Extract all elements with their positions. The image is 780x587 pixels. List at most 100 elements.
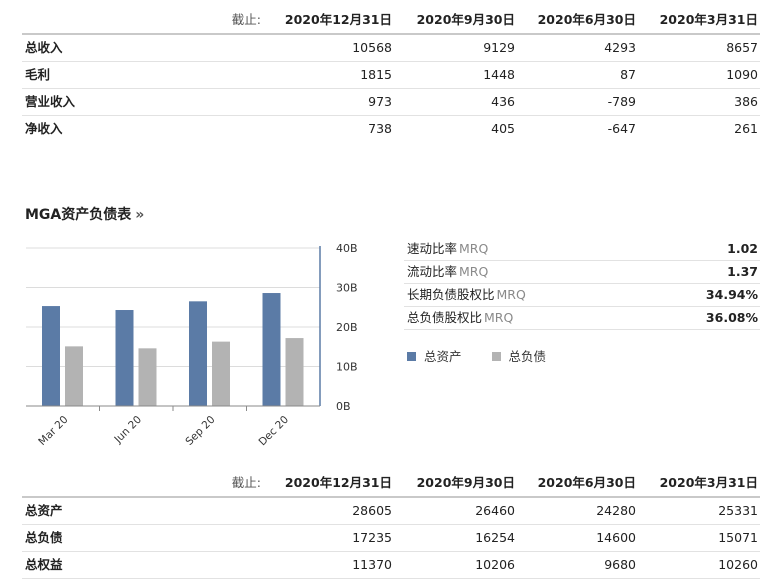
table-cell: 15071 <box>718 530 758 545</box>
date-header: 2020年3月31日 <box>659 12 758 27</box>
ratio-value: 34.94% <box>705 287 758 302</box>
row-label-operating-income: 营业收入 <box>25 94 76 109</box>
table-cell: 9129 <box>483 40 515 55</box>
table-cell: 26460 <box>475 503 515 518</box>
x-tick-label: Dec 20 <box>256 414 291 449</box>
table-row: 营业收入 973 436 -789 386 <box>22 89 760 116</box>
bar-total-assets <box>42 306 60 406</box>
legend-label-liabilities: 总负债 <box>508 349 547 364</box>
ratio-row: 总负债股权比 MRQ 36.08% <box>404 307 760 330</box>
ratio-value: 1.37 <box>727 264 758 279</box>
legend-item-liabilities: 总负债 <box>491 346 547 365</box>
bar-total-liabilities <box>212 341 230 406</box>
table-cell: -647 <box>607 121 636 136</box>
table-row: 净收入 738 405 -647 261 <box>22 116 760 142</box>
row-label-net-income: 净收入 <box>25 121 63 136</box>
income-table-header: 截止: 2020年12月31日 2020年9月30日 2020年6月30日 20… <box>22 7 760 35</box>
ratios-list: 速动比率 MRQ 1.02 流动比率 MRQ 1.37 长期负债股权比 MRQ 34.… <box>404 238 760 330</box>
table-cell: 4293 <box>604 40 636 55</box>
table-cell: 1815 <box>360 67 392 82</box>
ratio-row: 流动比率 MRQ 1.37 <box>404 261 760 284</box>
table-row: 总权益 11370 10206 9680 10260 <box>22 552 760 579</box>
table-cell: 1448 <box>483 67 515 82</box>
date-header: 2020年6月30日 <box>537 475 636 490</box>
table-cell: 10260 <box>718 557 758 572</box>
table-cell: -789 <box>607 94 636 109</box>
table-cell: 28605 <box>352 503 392 518</box>
date-header: 2020年6月30日 <box>537 12 636 27</box>
bar-total-assets <box>115 310 134 406</box>
row-label-total-liabilities: 总负债 <box>25 530 63 545</box>
ratio-value: 1.02 <box>727 241 758 256</box>
table-cell: 738 <box>368 121 392 136</box>
date-header: 2020年9月30日 <box>416 475 515 490</box>
more-arrow-icon[interactable]: » <box>135 207 144 223</box>
balance-table: 截止: 2020年12月31日 2020年9月30日 2020年6月30日 20… <box>22 470 760 579</box>
table-cell: 405 <box>491 121 515 136</box>
ratio-label: 总负债股权比 <box>407 310 483 325</box>
bar-total-assets <box>189 301 207 406</box>
balance-table-header: 截止: 2020年12月31日 2020年9月30日 2020年6月30日 20… <box>22 470 760 498</box>
x-tick-label: Jun 20 <box>112 414 145 447</box>
ratio-label: 流动比率 <box>407 264 458 279</box>
bar-total-liabilities <box>65 346 83 406</box>
bar-total-assets <box>262 293 281 406</box>
balance-sheet-chart: 0B 10B 20B 30B 40B Mar 20 Jun 20 Sep 20 Dec 20 <box>26 242 358 449</box>
balance-sheet-title[interactable]: MGA资产负债表» <box>25 204 144 224</box>
table-cell: 10568 <box>352 40 392 55</box>
table-cell: 14600 <box>596 530 636 545</box>
ratio-row: 速动比率 MRQ 1.02 <box>404 238 760 261</box>
bar-total-liabilities <box>285 338 304 406</box>
date-header: 2020年12月31日 <box>284 475 392 490</box>
date-header: 2020年12月31日 <box>284 12 392 27</box>
table-cell: 87 <box>620 67 636 82</box>
x-tick-label: Sep 20 <box>183 414 217 448</box>
legend-swatch-liabilities <box>491 352 501 361</box>
table-cell: 1090 <box>726 67 758 82</box>
bar-total-liabilities <box>138 348 157 406</box>
ratio-suffix: MRQ <box>459 264 489 279</box>
income-table: 截止: 2020年12月31日 2020年9月30日 2020年6月30日 20… <box>22 7 760 142</box>
table-cell: 17235 <box>352 530 392 545</box>
table-cell: 16254 <box>475 530 515 545</box>
ratio-value: 36.08% <box>705 310 758 325</box>
asof-label: 截止: <box>231 475 261 490</box>
row-label-gross-profit: 毛利 <box>25 67 51 82</box>
legend-label-assets: 总资产 <box>424 349 462 364</box>
ratio-row: 长期负债股权比 MRQ 34.94% <box>404 284 760 307</box>
legend-swatch-assets <box>407 352 416 361</box>
ratio-label: 长期负债股权比 <box>407 287 495 302</box>
chart-legend: 总资产 总负债 <box>407 346 572 365</box>
y-tick-label: 0B <box>336 400 351 413</box>
table-cell: 11370 <box>352 557 392 572</box>
y-tick-label: 10B <box>336 361 358 374</box>
table-cell: 9680 <box>604 557 636 572</box>
x-tick-label: Mar 20 <box>36 414 70 448</box>
y-tick-label: 40B <box>336 242 358 255</box>
table-row: 总收入 10568 9129 4293 8657 <box>22 35 760 62</box>
row-label-total-revenue: 总收入 <box>25 40 63 55</box>
row-label-total-assets: 总资产 <box>25 503 63 518</box>
table-row: 毛利 1815 1448 87 1090 <box>22 62 760 89</box>
date-header: 2020年3月31日 <box>659 475 758 490</box>
legend-item-assets: 总资产 <box>407 346 462 365</box>
table-cell: 436 <box>491 94 515 109</box>
y-tick-label: 20B <box>336 321 358 334</box>
table-cell: 10206 <box>475 557 515 572</box>
row-label-total-equity: 总权益 <box>25 557 63 572</box>
date-header: 2020年9月30日 <box>416 12 515 27</box>
table-row: 总资产 28605 26460 24280 25331 <box>22 498 760 525</box>
balance-sheet-title-text[interactable]: MGA资产负债表 <box>25 207 131 223</box>
ratio-label: 速动比率 <box>407 241 458 256</box>
ratio-suffix: MRQ <box>496 287 526 302</box>
table-cell: 24280 <box>596 503 636 518</box>
table-cell: 8657 <box>726 40 758 55</box>
ratio-suffix: MRQ <box>484 310 514 325</box>
y-tick-label: 30B <box>336 282 358 295</box>
table-row: 总负债 17235 16254 14600 15071 <box>22 525 760 552</box>
table-cell: 386 <box>734 94 758 109</box>
ratio-suffix: MRQ <box>459 241 489 256</box>
table-cell: 25331 <box>718 503 758 518</box>
asof-label: 截止: <box>231 12 261 27</box>
table-cell: 973 <box>368 94 392 109</box>
